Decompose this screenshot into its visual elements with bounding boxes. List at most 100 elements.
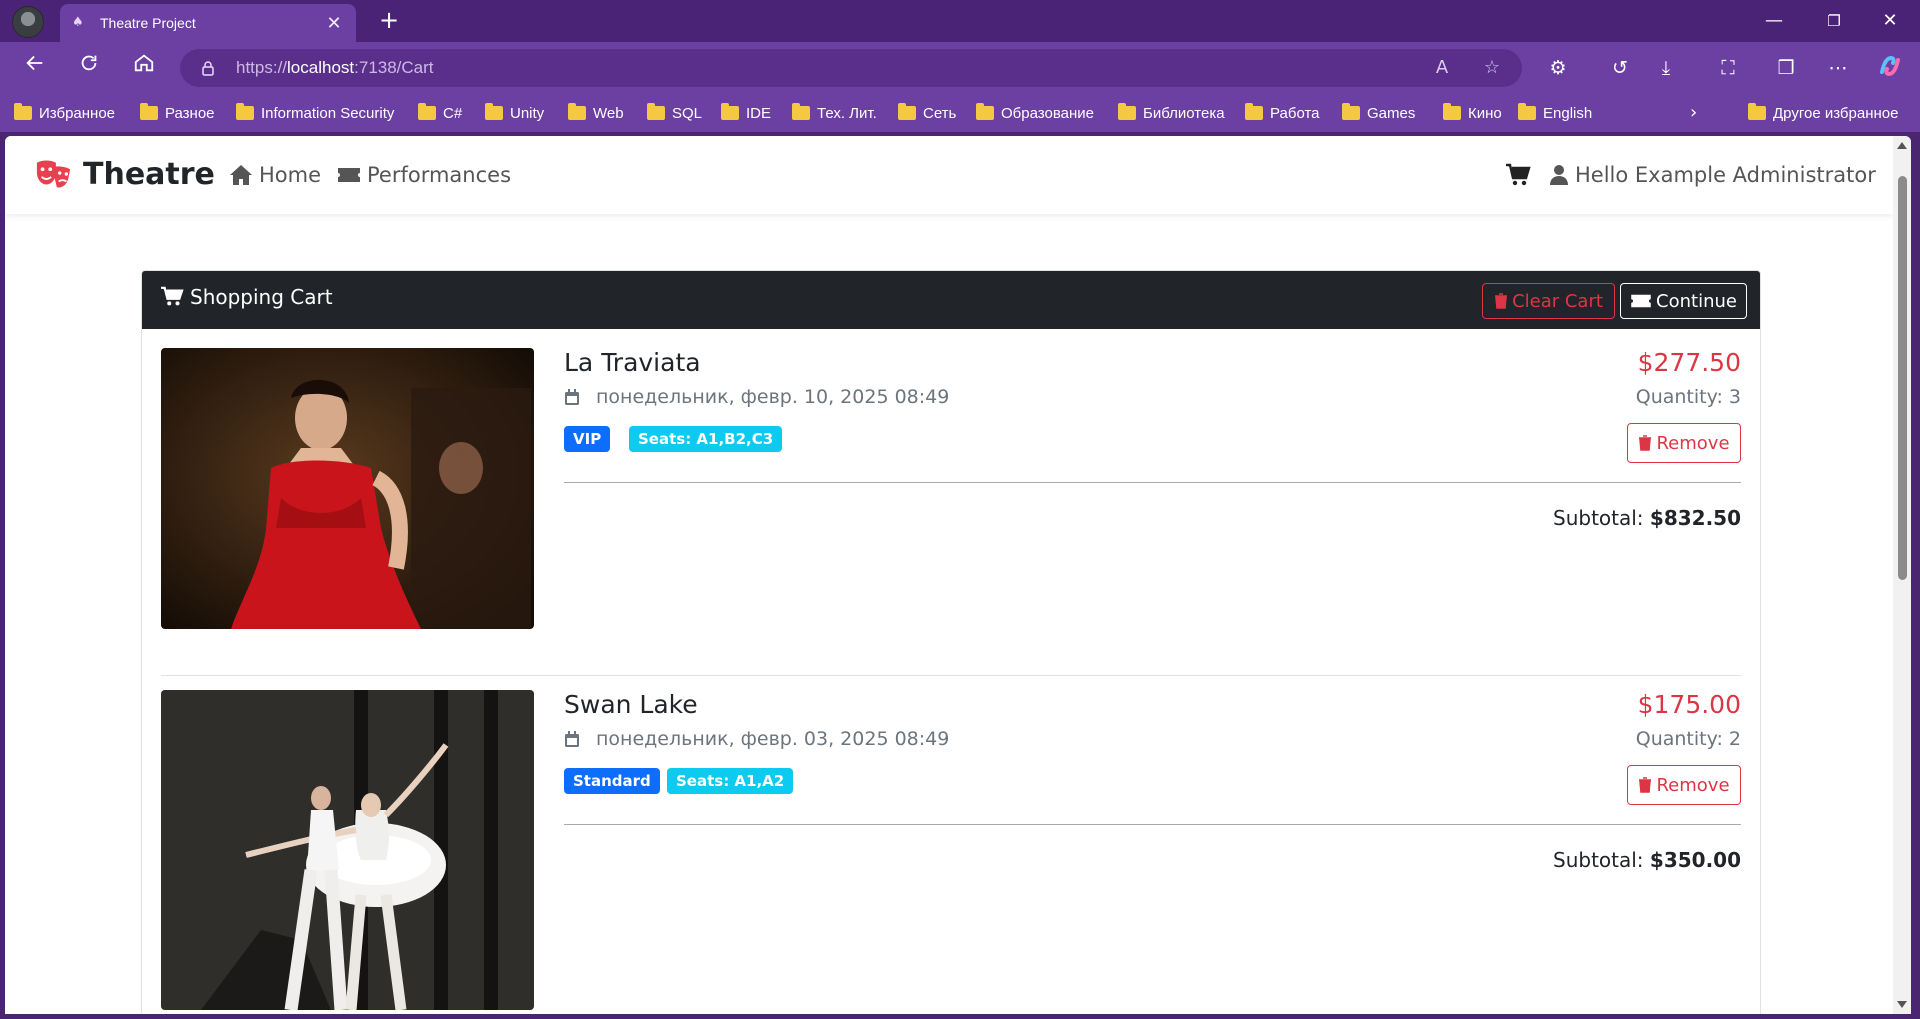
url-text[interactable]: https://localhost:7138/Cart bbox=[236, 58, 434, 78]
ticket-icon bbox=[338, 168, 360, 182]
brand-name: Theatre bbox=[83, 156, 215, 192]
read-aloud-icon[interactable]: A bbox=[1430, 57, 1454, 81]
folder-icon bbox=[140, 103, 158, 120]
page-viewport: Theatre Home Performances Hello Example … bbox=[5, 136, 1911, 1014]
bookmark-folder[interactable]: IDE bbox=[721, 103, 771, 123]
folder-icon bbox=[568, 103, 586, 120]
continue-button[interactable]: Continue bbox=[1620, 283, 1747, 319]
folder-icon bbox=[976, 103, 994, 120]
trash-icon bbox=[1639, 777, 1652, 793]
bookmark-folder[interactable]: Избранное bbox=[14, 103, 115, 123]
more-menu-icon[interactable]: ⋯ bbox=[1824, 54, 1852, 82]
bookmark-folder[interactable]: Работа bbox=[1245, 103, 1320, 123]
cart-item: Swan Lake понедельник, февр. 03, 2025 08… bbox=[161, 690, 1741, 1010]
performance-image bbox=[161, 348, 534, 629]
bookmark-folder[interactable]: Unity bbox=[485, 103, 544, 123]
tab-title: Theatre Project bbox=[100, 15, 196, 31]
performance-name: Swan Lake bbox=[564, 690, 698, 719]
cart-item: La Traviata понедельник, февр. 10, 2025 … bbox=[161, 348, 1741, 648]
screenshot-icon[interactable]: ⛶ bbox=[1714, 54, 1742, 82]
nav-link-performances[interactable]: Performances bbox=[337, 160, 511, 190]
seats-badge: Seats: A1,A2 bbox=[667, 768, 794, 794]
folder-icon bbox=[721, 103, 739, 120]
refresh-icon[interactable] bbox=[73, 52, 105, 84]
calendar-icon bbox=[565, 730, 579, 747]
ticket-type-badge: Standard bbox=[564, 768, 660, 794]
folder-icon bbox=[898, 103, 916, 120]
performance-date: понедельник, февр. 10, 2025 08:49 bbox=[564, 386, 949, 408]
theater-masks-icon bbox=[36, 160, 71, 188]
trash-icon bbox=[1639, 435, 1652, 451]
clear-cart-button[interactable]: Clear Cart bbox=[1482, 283, 1615, 319]
bookmark-folder[interactable]: SQL bbox=[647, 103, 702, 123]
remove-button[interactable]: Remove bbox=[1627, 765, 1741, 805]
ticket-type-badge: VIP bbox=[564, 426, 611, 452]
item-divider bbox=[564, 482, 1741, 483]
lock-icon[interactable] bbox=[200, 60, 216, 76]
item-price: $175.00 bbox=[1637, 690, 1741, 719]
history-icon[interactable]: ↺ bbox=[1606, 54, 1634, 82]
folder-icon bbox=[1443, 103, 1461, 120]
folder-icon bbox=[14, 103, 32, 120]
downloads-icon[interactable]: ⤓ bbox=[1652, 54, 1680, 82]
window-close-button[interactable]: ✕ bbox=[1870, 8, 1910, 34]
folder-icon bbox=[1342, 103, 1360, 120]
item-divider bbox=[564, 824, 1741, 825]
folder-icon bbox=[1118, 103, 1136, 120]
bookmark-folder[interactable]: English bbox=[1518, 103, 1592, 123]
user-menu[interactable]: Hello Example Administrator bbox=[1549, 160, 1876, 190]
tab-favicon-icon: ♠ bbox=[72, 15, 84, 30]
address-bar[interactable]: https://localhost:7138/Cart A ☆ bbox=[180, 49, 1522, 87]
cart-icon[interactable] bbox=[1505, 162, 1531, 188]
copilot-icon[interactable] bbox=[1876, 54, 1904, 82]
item-quantity: Quantity: 3 bbox=[1635, 386, 1741, 408]
performance-name: La Traviata bbox=[564, 348, 701, 377]
tab-close-icon[interactable]: ✕ bbox=[324, 13, 344, 34]
nav-link-home[interactable]: Home bbox=[229, 160, 321, 190]
back-arrow-icon[interactable] bbox=[19, 52, 51, 84]
folder-icon bbox=[485, 103, 503, 120]
window-minimize-button[interactable]: — bbox=[1754, 8, 1794, 34]
folder-icon bbox=[792, 103, 810, 120]
cart-title: Shopping Cart bbox=[160, 285, 333, 309]
user-icon bbox=[1550, 165, 1568, 185]
performance-image bbox=[161, 690, 534, 1010]
extensions-icon[interactable]: ⚙ bbox=[1544, 54, 1572, 82]
trash-icon bbox=[1495, 293, 1508, 309]
new-tab-button[interactable]: + bbox=[374, 6, 404, 36]
bookmark-folder[interactable]: Кино bbox=[1443, 103, 1502, 123]
scroll-down-arrow-icon[interactable] bbox=[1897, 1001, 1907, 1008]
bookmark-folder[interactable]: Сеть bbox=[898, 103, 956, 123]
bookmark-folder-other[interactable]: Другое избранное bbox=[1748, 103, 1898, 123]
bookmark-folder[interactable]: Тех. Лит. bbox=[792, 103, 877, 123]
bookmark-folder[interactable]: Библиотека bbox=[1118, 103, 1225, 123]
bookmark-folder[interactable]: Разное bbox=[140, 103, 215, 123]
seats-badge: Seats: A1,B2,C3 bbox=[629, 426, 783, 452]
cart-header: Shopping Cart Clear Cart Continue bbox=[142, 271, 1760, 329]
bookmark-folder[interactable]: C# bbox=[418, 103, 462, 123]
browser-toolbar: https://localhost:7138/Cart A ☆ ⚙ ↺ ⤓ ⛶ … bbox=[0, 42, 1920, 94]
bookmark-folder[interactable]: Information Security bbox=[236, 103, 394, 123]
folder-icon bbox=[1518, 103, 1536, 120]
page-scrollbar[interactable] bbox=[1893, 136, 1911, 1014]
item-quantity: Quantity: 2 bbox=[1635, 728, 1741, 750]
brand-link[interactable]: Theatre bbox=[35, 154, 215, 194]
browser-tab-active[interactable]: ♠ Theatre Project ✕ bbox=[60, 4, 356, 42]
folder-icon bbox=[236, 103, 254, 120]
bookmark-folder[interactable]: Web bbox=[568, 103, 624, 123]
shopping-cart-card: Shopping Cart Clear Cart Continue La Tra… bbox=[141, 270, 1761, 1014]
scroll-thumb[interactable] bbox=[1898, 176, 1907, 580]
home-browser-icon[interactable] bbox=[128, 52, 160, 84]
scroll-up-arrow-icon[interactable] bbox=[1897, 142, 1907, 149]
bookmark-folder[interactable]: Games bbox=[1342, 103, 1415, 123]
window-restore-button[interactable]: ❐ bbox=[1814, 8, 1854, 34]
performance-date: понедельник, февр. 03, 2025 08:49 bbox=[564, 728, 949, 750]
folder-icon bbox=[647, 103, 665, 120]
collections-icon[interactable]: ❒ bbox=[1772, 54, 1800, 82]
folder-icon bbox=[1748, 103, 1766, 120]
remove-button[interactable]: Remove bbox=[1627, 423, 1741, 463]
bookmarks-overflow-chevron-icon[interactable]: › bbox=[1690, 102, 1697, 123]
profile-avatar[interactable] bbox=[12, 6, 44, 38]
favorite-star-icon[interactable]: ☆ bbox=[1480, 57, 1504, 81]
bookmark-folder[interactable]: Образование bbox=[976, 103, 1094, 123]
